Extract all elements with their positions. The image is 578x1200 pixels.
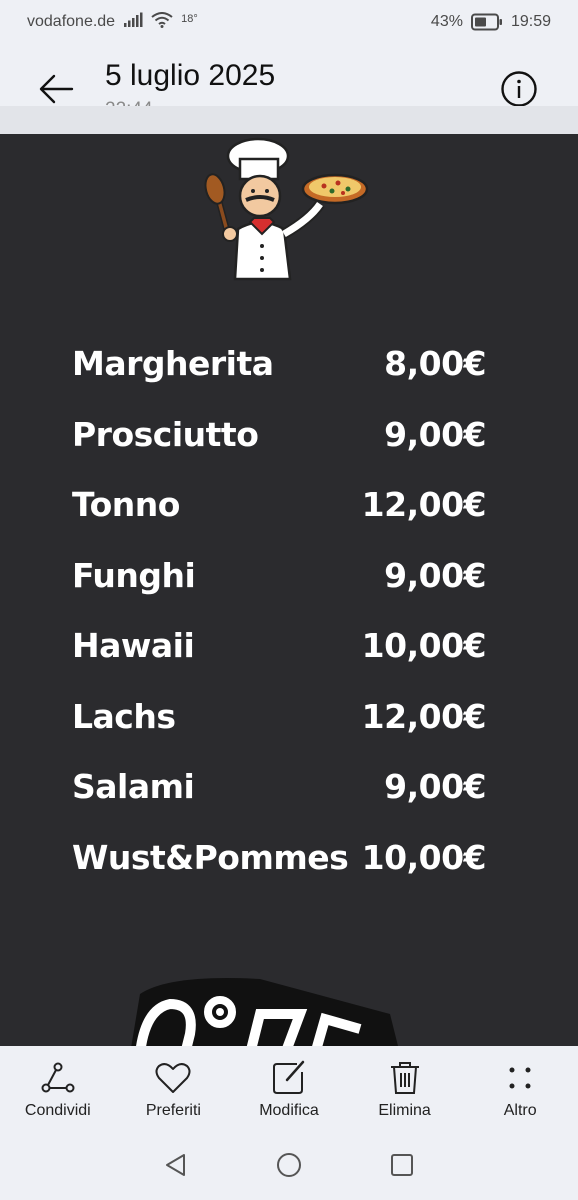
system-nav-bar bbox=[0, 1130, 578, 1200]
more-label: Altro bbox=[503, 1102, 537, 1119]
menu-item-price: 9,00€ bbox=[384, 555, 486, 595]
arrow-left-icon bbox=[39, 74, 74, 104]
menu-row: Salami 9,00€ bbox=[0, 767, 578, 817]
more-dots-icon bbox=[509, 1067, 531, 1089]
menu-item-price: 12,00€ bbox=[361, 485, 487, 524]
photo-viewer[interactable]: Margherita 8,00€ Prosciutto 9,00€ Tonno 12,00… bbox=[0, 134, 578, 1046]
share-icon bbox=[41, 1062, 75, 1093]
nav-home-button[interactable] bbox=[269, 1145, 309, 1185]
delete-button[interactable]: Elimina bbox=[347, 1046, 463, 1130]
nav-recents-button[interactable] bbox=[382, 1145, 422, 1185]
battery-percent: 43% bbox=[430, 13, 463, 30]
heart-icon bbox=[155, 1063, 191, 1093]
clock: 19:59 bbox=[510, 13, 551, 30]
triangle-back-icon bbox=[166, 1154, 186, 1176]
menu-item-name: Tonno bbox=[72, 485, 180, 524]
menu-item-name: Funghi bbox=[72, 555, 196, 595]
menu-row: Margherita 8,00€ bbox=[0, 344, 578, 394]
menu-item-price: 8,00€ bbox=[384, 344, 486, 383]
menu-item-price: 9,00€ bbox=[384, 414, 486, 454]
pizza-logo-fragment bbox=[131, 978, 398, 1046]
favorite-label: Preferiti bbox=[145, 1102, 201, 1119]
menu-item-price: 10,00€ bbox=[361, 626, 487, 665]
favorite-button[interactable]: Preferiti bbox=[116, 1046, 232, 1130]
square-recents-icon bbox=[390, 1154, 413, 1176]
carrier-label: vodafone.de bbox=[27, 13, 116, 30]
menu-item-name: Prosciutto bbox=[72, 414, 259, 454]
menu-row: Lachs 12,00€ bbox=[0, 697, 578, 747]
edit-label: Modifica bbox=[259, 1102, 319, 1119]
edit-button[interactable]: Modifica bbox=[231, 1046, 347, 1130]
menu-item-name: Lachs bbox=[72, 696, 176, 736]
signal-icon bbox=[123, 12, 143, 33]
menu-item-name: Wust&Pommes bbox=[72, 837, 349, 877]
menu-item-price: 12,00€ bbox=[361, 696, 487, 736]
header: 5 luglio 2025 22:44 bbox=[0, 44, 578, 120]
menu-row: Funghi 9,00€ bbox=[0, 556, 578, 606]
info-icon bbox=[501, 71, 537, 107]
menu-row: Prosciutto 9,00€ bbox=[0, 415, 578, 465]
edit-icon bbox=[272, 1060, 305, 1094]
menu-item-name: Hawaii bbox=[72, 626, 195, 665]
page-title: 5 luglio 2025 bbox=[105, 59, 276, 92]
nav-back-button[interactable] bbox=[156, 1145, 196, 1185]
trash-icon bbox=[390, 1062, 419, 1094]
bottom-toolbar: Condividi Preferiti Modifica Elimina Alt… bbox=[0, 1046, 578, 1130]
header-divider bbox=[0, 106, 578, 134]
menu-item-name: Salami bbox=[72, 767, 195, 806]
menu-row: Hawaii 10,00€ bbox=[0, 626, 578, 676]
menu-item-price: 9,00€ bbox=[384, 767, 486, 806]
status-bar: vodafone.de 18° 43% 19:59 bbox=[0, 0, 578, 44]
menu-row: Wust&Pommes 10,00€ bbox=[0, 838, 578, 888]
share-button[interactable]: Condividi bbox=[0, 1046, 116, 1130]
chef-illustration bbox=[204, 137, 369, 281]
battery-icon bbox=[470, 13, 503, 31]
more-button[interactable]: Altro bbox=[462, 1046, 578, 1130]
circle-home-icon bbox=[276, 1153, 301, 1177]
wifi-icon bbox=[151, 11, 173, 33]
delete-label: Elimina bbox=[378, 1102, 431, 1119]
menu-item-name: Margherita bbox=[72, 344, 274, 383]
share-label: Condividi bbox=[24, 1102, 91, 1119]
menu-row: Tonno 12,00€ bbox=[0, 485, 578, 535]
temperature: 18° bbox=[181, 13, 198, 25]
info-button[interactable] bbox=[500, 70, 538, 108]
status-left: vodafone.de 18° bbox=[27, 11, 198, 33]
back-button[interactable] bbox=[36, 70, 76, 110]
menu-item-price: 10,00€ bbox=[361, 837, 487, 877]
status-right: 43% 19:59 bbox=[431, 13, 551, 31]
